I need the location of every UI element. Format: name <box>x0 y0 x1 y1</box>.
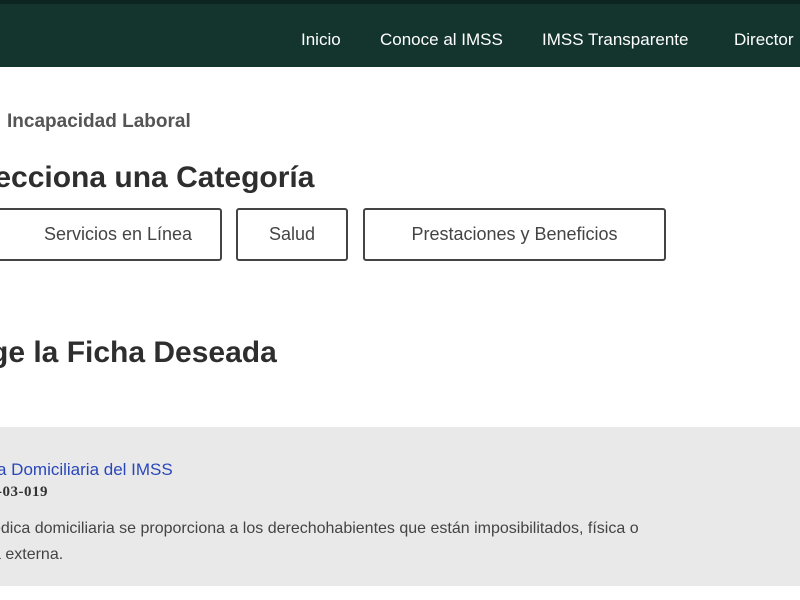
nav-item-inicio[interactable]: Inicio <box>301 30 341 50</box>
ficha-description: edica domiciliaria se proporciona a los … <box>0 516 800 568</box>
nav-item-imss-transparente[interactable]: IMSS Transparente <box>542 30 688 50</box>
category-button-servicios-en-linea[interactable]: Servicios en Línea <box>0 208 222 261</box>
top-header: Inicio Conoce al IMSS IMSS Transparente … <box>0 0 800 67</box>
breadcrumb: Incapacidad Laboral <box>7 111 191 132</box>
ficha-section-title: ge la Ficha Deseada <box>0 336 277 369</box>
category-button-salud[interactable]: Salud <box>236 208 348 261</box>
ficha-code: -03-019 <box>0 484 48 500</box>
main-nav: Inicio Conoce al IMSS IMSS Transparente … <box>0 4 800 67</box>
category-section-title: lecciona una Categoría <box>0 161 315 194</box>
nav-item-conoce-al-imss[interactable]: Conoce al IMSS <box>380 30 503 50</box>
nav-item-directorio[interactable]: Director <box>734 30 794 50</box>
ficha-title-link[interactable]: a Domiciliaria del IMSS <box>0 460 173 480</box>
category-button-prestaciones-y-beneficios[interactable]: Prestaciones y Beneficios <box>363 208 666 261</box>
ficha-description-text: edica domiciliaria se proporciona a los … <box>0 520 639 563</box>
ficha-card: a Domiciliaria del IMSS -03-019 edica do… <box>0 427 800 586</box>
